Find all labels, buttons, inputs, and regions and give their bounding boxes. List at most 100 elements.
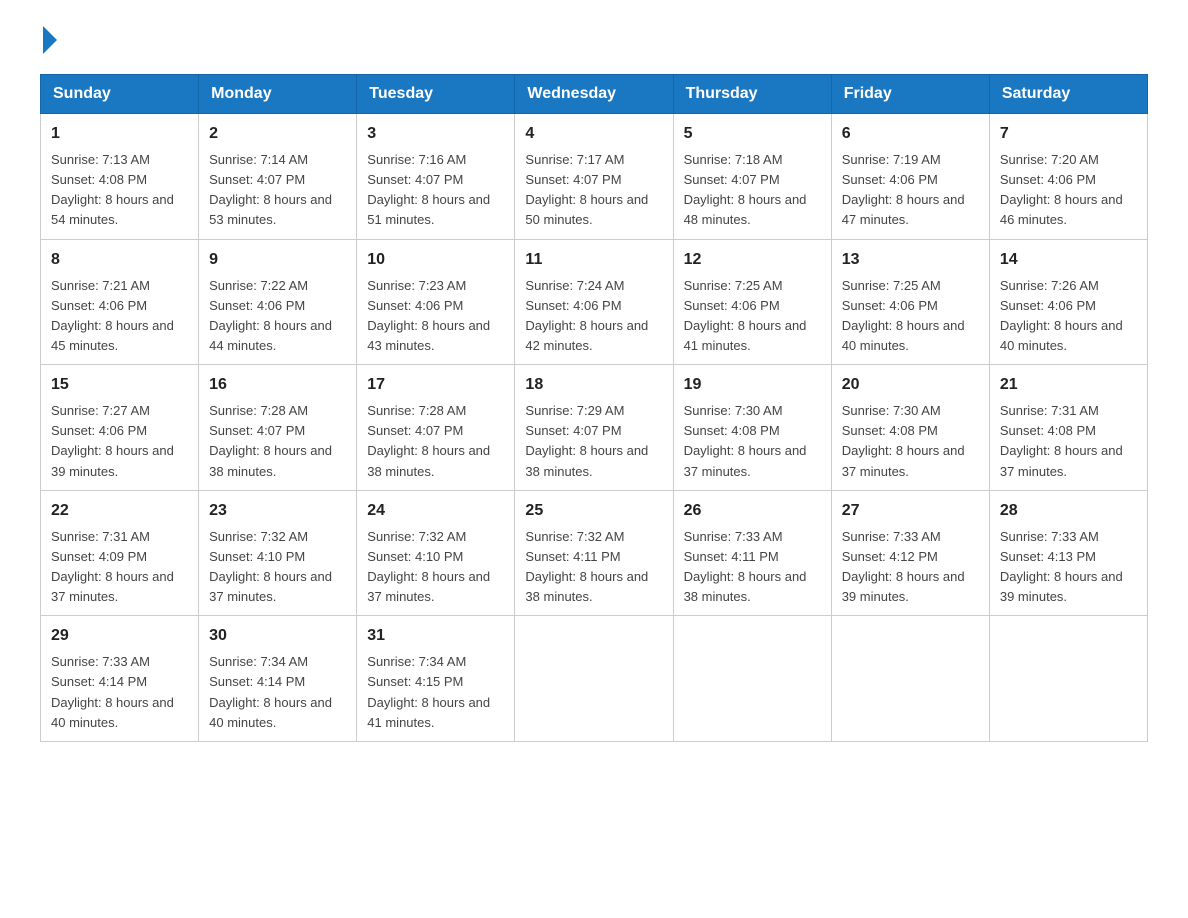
calendar-cell xyxy=(515,616,673,742)
day-number: 14 xyxy=(1000,248,1137,272)
weekday-header-sunday: Sunday xyxy=(41,75,199,114)
day-info: Sunrise: 7:25 AMSunset: 4:06 PMDaylight:… xyxy=(684,278,807,353)
day-info: Sunrise: 7:34 AMSunset: 4:14 PMDaylight:… xyxy=(209,654,332,729)
day-info: Sunrise: 7:31 AMSunset: 4:08 PMDaylight:… xyxy=(1000,403,1123,478)
calendar-cell: 18 Sunrise: 7:29 AMSunset: 4:07 PMDaylig… xyxy=(515,365,673,491)
calendar-cell: 1 Sunrise: 7:13 AMSunset: 4:08 PMDayligh… xyxy=(41,114,199,240)
calendar-cell: 30 Sunrise: 7:34 AMSunset: 4:14 PMDaylig… xyxy=(199,616,357,742)
calendar-cell: 5 Sunrise: 7:18 AMSunset: 4:07 PMDayligh… xyxy=(673,114,831,240)
day-number: 27 xyxy=(842,499,979,523)
calendar-cell: 13 Sunrise: 7:25 AMSunset: 4:06 PMDaylig… xyxy=(831,239,989,365)
day-info: Sunrise: 7:26 AMSunset: 4:06 PMDaylight:… xyxy=(1000,278,1123,353)
day-info: Sunrise: 7:14 AMSunset: 4:07 PMDaylight:… xyxy=(209,152,332,227)
day-info: Sunrise: 7:29 AMSunset: 4:07 PMDaylight:… xyxy=(525,403,648,478)
calendar-header-row: SundayMondayTuesdayWednesdayThursdayFrid… xyxy=(41,75,1148,114)
day-info: Sunrise: 7:17 AMSunset: 4:07 PMDaylight:… xyxy=(525,152,648,227)
logo xyxy=(40,30,57,54)
calendar-cell: 23 Sunrise: 7:32 AMSunset: 4:10 PMDaylig… xyxy=(199,490,357,616)
calendar-cell: 15 Sunrise: 7:27 AMSunset: 4:06 PMDaylig… xyxy=(41,365,199,491)
day-info: Sunrise: 7:18 AMSunset: 4:07 PMDaylight:… xyxy=(684,152,807,227)
weekday-header-wednesday: Wednesday xyxy=(515,75,673,114)
weekday-header-saturday: Saturday xyxy=(989,75,1147,114)
calendar-cell: 26 Sunrise: 7:33 AMSunset: 4:11 PMDaylig… xyxy=(673,490,831,616)
day-number: 10 xyxy=(367,248,504,272)
calendar-week-2: 8 Sunrise: 7:21 AMSunset: 4:06 PMDayligh… xyxy=(41,239,1148,365)
calendar-cell: 3 Sunrise: 7:16 AMSunset: 4:07 PMDayligh… xyxy=(357,114,515,240)
calendar-cell: 10 Sunrise: 7:23 AMSunset: 4:06 PMDaylig… xyxy=(357,239,515,365)
day-info: Sunrise: 7:25 AMSunset: 4:06 PMDaylight:… xyxy=(842,278,965,353)
calendar-cell: 24 Sunrise: 7:32 AMSunset: 4:10 PMDaylig… xyxy=(357,490,515,616)
day-info: Sunrise: 7:21 AMSunset: 4:06 PMDaylight:… xyxy=(51,278,174,353)
day-info: Sunrise: 7:24 AMSunset: 4:06 PMDaylight:… xyxy=(525,278,648,353)
day-number: 21 xyxy=(1000,373,1137,397)
day-info: Sunrise: 7:23 AMSunset: 4:06 PMDaylight:… xyxy=(367,278,490,353)
calendar-cell: 11 Sunrise: 7:24 AMSunset: 4:06 PMDaylig… xyxy=(515,239,673,365)
calendar-week-3: 15 Sunrise: 7:27 AMSunset: 4:06 PMDaylig… xyxy=(41,365,1148,491)
day-info: Sunrise: 7:22 AMSunset: 4:06 PMDaylight:… xyxy=(209,278,332,353)
day-info: Sunrise: 7:28 AMSunset: 4:07 PMDaylight:… xyxy=(367,403,490,478)
day-number: 18 xyxy=(525,373,662,397)
day-number: 23 xyxy=(209,499,346,523)
calendar-cell: 20 Sunrise: 7:30 AMSunset: 4:08 PMDaylig… xyxy=(831,365,989,491)
day-info: Sunrise: 7:28 AMSunset: 4:07 PMDaylight:… xyxy=(209,403,332,478)
day-number: 7 xyxy=(1000,122,1137,146)
day-number: 17 xyxy=(367,373,504,397)
weekday-header-friday: Friday xyxy=(831,75,989,114)
day-info: Sunrise: 7:33 AMSunset: 4:13 PMDaylight:… xyxy=(1000,529,1123,604)
day-number: 12 xyxy=(684,248,821,272)
day-number: 15 xyxy=(51,373,188,397)
calendar-cell xyxy=(673,616,831,742)
day-info: Sunrise: 7:27 AMSunset: 4:06 PMDaylight:… xyxy=(51,403,174,478)
day-info: Sunrise: 7:32 AMSunset: 4:10 PMDaylight:… xyxy=(209,529,332,604)
day-info: Sunrise: 7:33 AMSunset: 4:11 PMDaylight:… xyxy=(684,529,807,604)
weekday-header-tuesday: Tuesday xyxy=(357,75,515,114)
day-number: 29 xyxy=(51,624,188,648)
day-number: 28 xyxy=(1000,499,1137,523)
day-number: 6 xyxy=(842,122,979,146)
calendar-cell: 28 Sunrise: 7:33 AMSunset: 4:13 PMDaylig… xyxy=(989,490,1147,616)
day-number: 9 xyxy=(209,248,346,272)
day-info: Sunrise: 7:19 AMSunset: 4:06 PMDaylight:… xyxy=(842,152,965,227)
day-info: Sunrise: 7:31 AMSunset: 4:09 PMDaylight:… xyxy=(51,529,174,604)
calendar-week-5: 29 Sunrise: 7:33 AMSunset: 4:14 PMDaylig… xyxy=(41,616,1148,742)
calendar-cell: 6 Sunrise: 7:19 AMSunset: 4:06 PMDayligh… xyxy=(831,114,989,240)
day-info: Sunrise: 7:34 AMSunset: 4:15 PMDaylight:… xyxy=(367,654,490,729)
calendar-cell: 9 Sunrise: 7:22 AMSunset: 4:06 PMDayligh… xyxy=(199,239,357,365)
calendar-cell xyxy=(989,616,1147,742)
day-number: 4 xyxy=(525,122,662,146)
day-info: Sunrise: 7:16 AMSunset: 4:07 PMDaylight:… xyxy=(367,152,490,227)
calendar-week-4: 22 Sunrise: 7:31 AMSunset: 4:09 PMDaylig… xyxy=(41,490,1148,616)
calendar-week-1: 1 Sunrise: 7:13 AMSunset: 4:08 PMDayligh… xyxy=(41,114,1148,240)
weekday-header-thursday: Thursday xyxy=(673,75,831,114)
calendar-cell: 25 Sunrise: 7:32 AMSunset: 4:11 PMDaylig… xyxy=(515,490,673,616)
calendar-cell: 27 Sunrise: 7:33 AMSunset: 4:12 PMDaylig… xyxy=(831,490,989,616)
calendar-cell: 7 Sunrise: 7:20 AMSunset: 4:06 PMDayligh… xyxy=(989,114,1147,240)
calendar-cell: 8 Sunrise: 7:21 AMSunset: 4:06 PMDayligh… xyxy=(41,239,199,365)
calendar-cell: 31 Sunrise: 7:34 AMSunset: 4:15 PMDaylig… xyxy=(357,616,515,742)
day-number: 13 xyxy=(842,248,979,272)
day-number: 26 xyxy=(684,499,821,523)
day-number: 5 xyxy=(684,122,821,146)
day-number: 24 xyxy=(367,499,504,523)
day-number: 2 xyxy=(209,122,346,146)
day-number: 19 xyxy=(684,373,821,397)
day-info: Sunrise: 7:30 AMSunset: 4:08 PMDaylight:… xyxy=(684,403,807,478)
day-number: 11 xyxy=(525,248,662,272)
day-info: Sunrise: 7:32 AMSunset: 4:10 PMDaylight:… xyxy=(367,529,490,604)
calendar-cell: 29 Sunrise: 7:33 AMSunset: 4:14 PMDaylig… xyxy=(41,616,199,742)
day-info: Sunrise: 7:20 AMSunset: 4:06 PMDaylight:… xyxy=(1000,152,1123,227)
day-number: 30 xyxy=(209,624,346,648)
day-number: 22 xyxy=(51,499,188,523)
day-number: 1 xyxy=(51,122,188,146)
calendar-cell: 21 Sunrise: 7:31 AMSunset: 4:08 PMDaylig… xyxy=(989,365,1147,491)
day-number: 8 xyxy=(51,248,188,272)
calendar-cell: 17 Sunrise: 7:28 AMSunset: 4:07 PMDaylig… xyxy=(357,365,515,491)
day-number: 25 xyxy=(525,499,662,523)
day-number: 31 xyxy=(367,624,504,648)
calendar-cell: 19 Sunrise: 7:30 AMSunset: 4:08 PMDaylig… xyxy=(673,365,831,491)
calendar-cell xyxy=(831,616,989,742)
calendar-table: SundayMondayTuesdayWednesdayThursdayFrid… xyxy=(40,74,1148,742)
day-info: Sunrise: 7:32 AMSunset: 4:11 PMDaylight:… xyxy=(525,529,648,604)
calendar-cell: 14 Sunrise: 7:26 AMSunset: 4:06 PMDaylig… xyxy=(989,239,1147,365)
day-number: 16 xyxy=(209,373,346,397)
